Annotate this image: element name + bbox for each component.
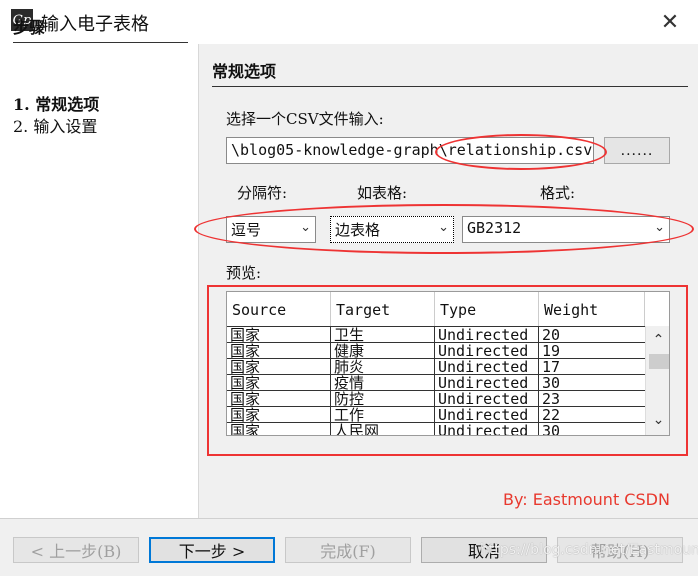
cell-weight: 20 (542, 327, 561, 342)
encoding-value: GB2312 (467, 219, 522, 237)
chevron-down-icon: ⌄ (300, 220, 311, 235)
csv-file-path-field[interactable]: \blog05-knowledge-graph\relationship.csv (226, 137, 594, 164)
cell-source: 国家 (227, 343, 331, 358)
cell-weight: 19 (542, 343, 561, 358)
separator-select[interactable]: 逗号 ⌄ (226, 216, 316, 243)
cancel-button[interactable]: 取消 (421, 537, 547, 563)
cell-type: Undirected (435, 423, 539, 435)
cell-target: 肺炎 (331, 359, 435, 374)
step-import-settings: 2. 输入设置 (13, 117, 98, 136)
cell-target: 健康 (331, 343, 435, 358)
column-header[interactable]: Weight (539, 292, 645, 326)
separator-label: 分隔符: (237, 184, 288, 202)
encoding-select[interactable]: GB2312 ⌄ (462, 216, 670, 243)
preview-table: Source Target Type Weight 国家 卫生 Undirect… (226, 291, 670, 436)
preview-label: 预览: (226, 264, 262, 282)
separator-value: 逗号 (231, 221, 262, 239)
preview-scrollbar[interactable]: ⌃ ⌄ (645, 326, 669, 435)
author-annotation: By: Eastmount CSDN (503, 490, 670, 509)
chevron-down-icon: ⌄ (438, 220, 449, 235)
table-type-select[interactable]: 边表格 ⌄ (330, 216, 454, 243)
preview-rows: 国家 卫生 Undirected 20 国家 健康 Undirected 19 … (227, 326, 645, 436)
cell-target: 卫生 (331, 327, 435, 342)
back-button[interactable]: < 上一步(B) (13, 537, 139, 563)
cell-weight: 30 (542, 423, 561, 436)
table-row: 国家 人民网 Undirected 30 (227, 422, 645, 436)
cell-source: 国家 (227, 391, 331, 406)
format-label: 格式: (540, 184, 576, 202)
file-prompt-label: 选择一个CSV文件输入: (226, 110, 384, 128)
chevron-down-icon[interactable]: ⌄ (646, 412, 669, 432)
table-row: 国家 疫情 Undirected 30 (227, 374, 645, 390)
finish-button[interactable]: 完成(F) (285, 537, 411, 563)
steps-heading: 步骤 (13, 14, 188, 43)
cell-type: Undirected (435, 359, 539, 374)
column-header[interactable]: Target (331, 292, 435, 326)
step-general-options: 1. 常规选项 (13, 95, 100, 114)
cell-type: Undirected (435, 343, 539, 358)
preview-header: Source Target Type Weight (227, 292, 645, 326)
cell-weight: 22 (542, 407, 561, 422)
cell-target: 工作 (331, 407, 435, 422)
column-header[interactable]: Source (227, 292, 331, 326)
next-button[interactable]: 下一步 > (149, 537, 275, 563)
cell-weight: 30 (542, 375, 561, 390)
cell-source: 国家 (227, 327, 331, 342)
table-row: 国家 防控 Undirected 23 (227, 390, 645, 406)
browse-file-button[interactable]: ...... (604, 137, 670, 164)
cell-type: Undirected (435, 407, 539, 422)
cell-target: 疫情 (331, 375, 435, 390)
cell-type: Undirected (435, 327, 539, 342)
table-type-value: 边表格 (335, 221, 381, 239)
cell-source: 国家 (227, 423, 331, 435)
cell-type: Undirected (435, 375, 539, 390)
table-row: 国家 肺炎 Undirected 17 (227, 358, 645, 374)
cell-weight: 23 (542, 391, 561, 406)
chevron-down-icon: ⌄ (654, 220, 665, 235)
scrollbar-thumb[interactable] (649, 354, 669, 369)
cell-type: Undirected (435, 391, 539, 406)
chevron-up-icon[interactable]: ⌃ (646, 332, 669, 352)
help-button[interactable]: 帮助(H) (557, 537, 683, 563)
close-icon[interactable]: ✕ (656, 8, 684, 36)
column-header[interactable]: Type (435, 292, 539, 326)
cell-source: 国家 (227, 375, 331, 390)
cell-target: 人民网 (331, 423, 435, 435)
cell-target: 防控 (331, 391, 435, 406)
table-row: 国家 卫生 Undirected 20 (227, 326, 645, 342)
cell-source: 国家 (227, 359, 331, 374)
cell-source: 国家 (227, 407, 331, 422)
table-row: 国家 工作 Undirected 22 (227, 406, 645, 422)
as-table-label: 如表格: (357, 184, 408, 202)
section-heading: 常规选项 (212, 58, 688, 87)
cell-weight: 17 (542, 359, 561, 374)
table-row: 国家 健康 Undirected 19 (227, 342, 645, 358)
